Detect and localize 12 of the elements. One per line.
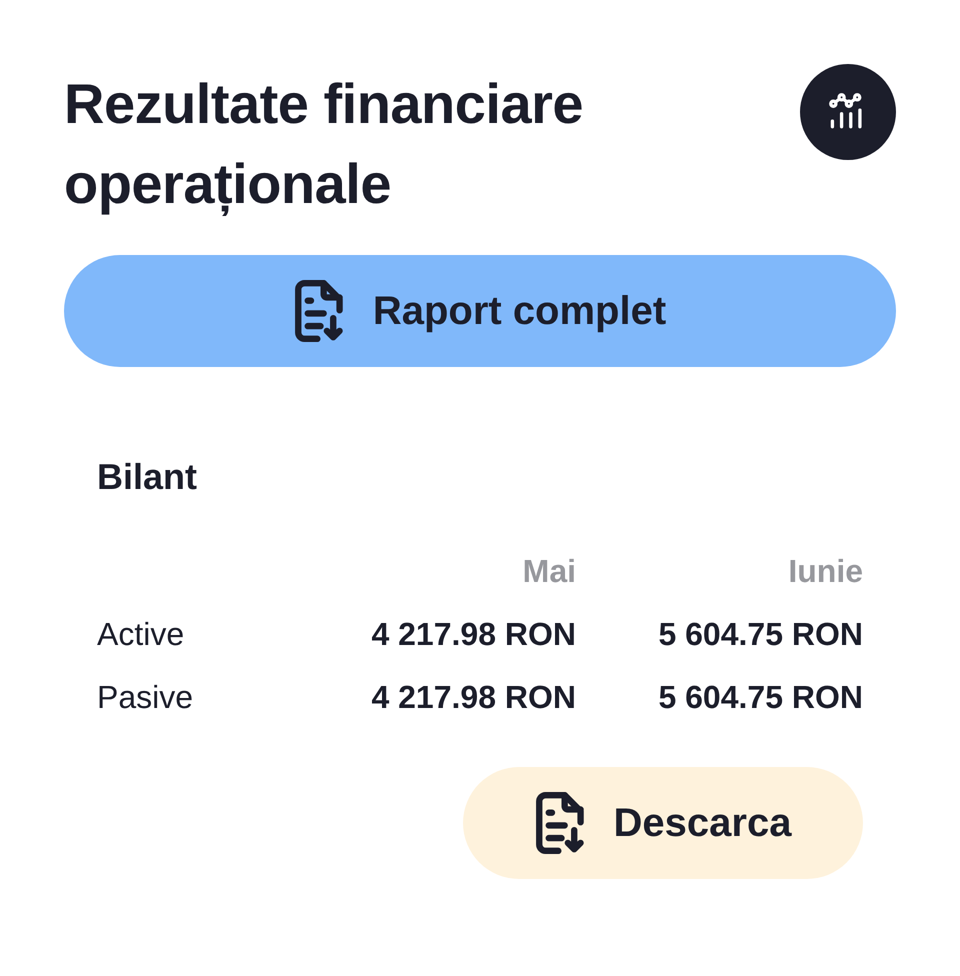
table-cell-text: 5 604.75 RON [658,614,863,654]
table-cell-text: 5 604.75 RON [658,678,863,716]
section-title: Bilant [97,455,198,499]
page-title: Rezultate financiare operaționale [64,71,584,218]
table-cell-text: 4 217.98 RON [371,614,576,654]
column-header: Mai [522,552,576,590]
full-report-button[interactable]: Raport complet [64,255,896,367]
row-label: Pasive [97,678,194,716]
download-button[interactable]: Descarca [463,767,863,879]
column-header: Iunie [788,552,863,590]
row-label: Active [97,614,184,654]
table-cell-text: 4 217.98 RON [371,678,576,716]
